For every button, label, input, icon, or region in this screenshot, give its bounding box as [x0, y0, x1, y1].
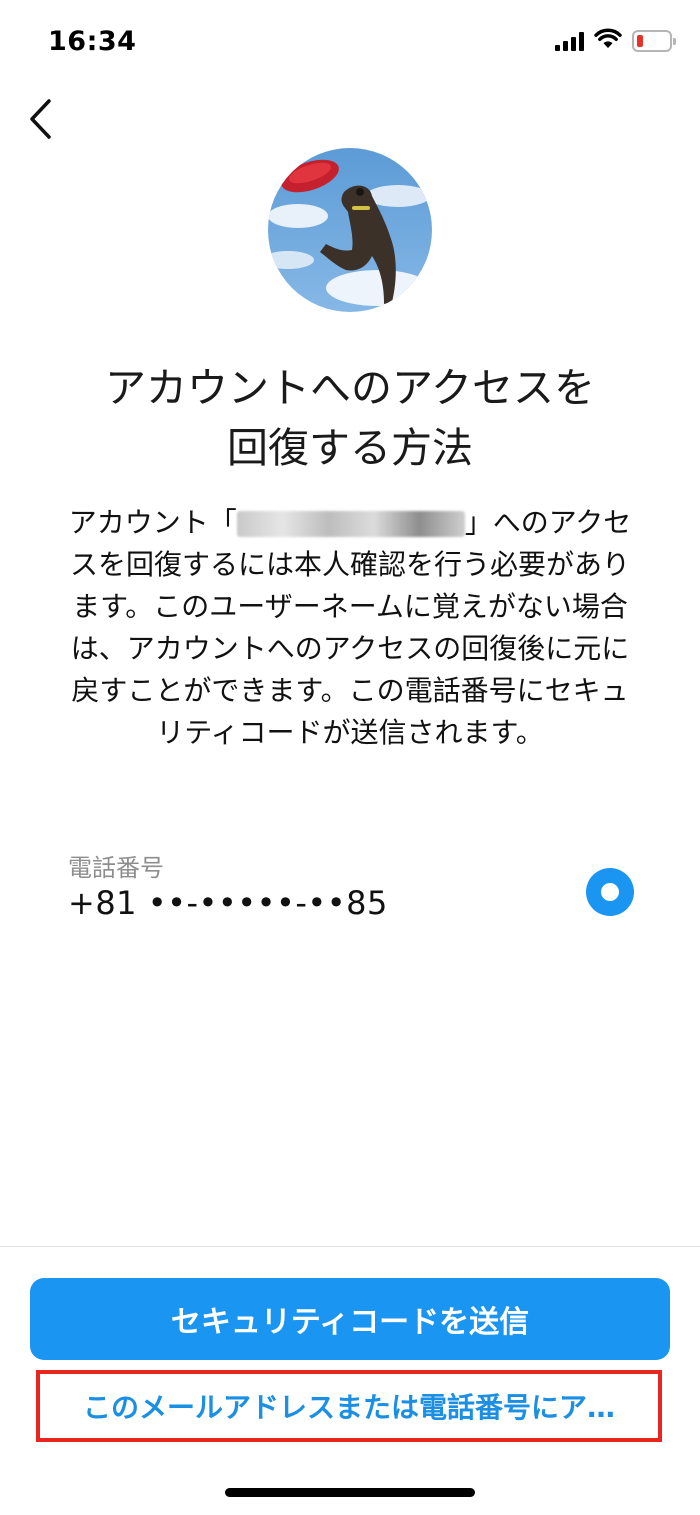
- wifi-icon: [594, 28, 622, 54]
- description-prefix: アカウント「: [68, 506, 237, 539]
- radio-selected-icon[interactable]: [586, 868, 634, 916]
- phone-number-option[interactable]: 電話番号 +81 ••-•••••-••85: [60, 846, 650, 934]
- alt-link-highlight: このメールアドレスまたは電話番号にア…: [36, 1370, 662, 1442]
- page-title-line-2: 回復する方法: [227, 424, 473, 472]
- status-bar: 16:34: [0, 0, 700, 90]
- cellular-signal-icon: [555, 31, 584, 51]
- blurred-username: [236, 511, 465, 537]
- recovery-description: アカウント「 」へのアクセスを回復するには本人確認を行う必要があります。このユーザ…: [60, 502, 640, 754]
- phone-number-label: 電話番号: [68, 854, 164, 882]
- chevron-left-icon: [30, 99, 51, 139]
- avatar: [268, 148, 432, 312]
- page-title-line-1: アカウントへのアクセスを: [105, 364, 595, 412]
- back-button[interactable]: [18, 96, 62, 142]
- battery-level: [637, 35, 643, 47]
- page-title: アカウントへのアクセスを 回復する方法: [40, 358, 660, 478]
- send-security-code-button[interactable]: セキュリティコードを送信: [30, 1278, 670, 1360]
- status-time: 16:34: [48, 26, 137, 57]
- status-icons: [555, 28, 676, 54]
- no-access-to-email-or-phone-link[interactable]: このメールアドレスまたは電話番号にア…: [83, 1386, 615, 1426]
- home-indicator: [225, 1488, 475, 1497]
- description-suffix: 」へのアクセスを回復するには本人確認を行う必要があります。このユーザーネームに覚…: [69, 506, 632, 749]
- footer-divider: [0, 1246, 700, 1247]
- radio-dot: [601, 883, 619, 901]
- phone-number-value: +81 ••-•••••-••85: [68, 884, 388, 922]
- battery-low-icon: [632, 30, 676, 52]
